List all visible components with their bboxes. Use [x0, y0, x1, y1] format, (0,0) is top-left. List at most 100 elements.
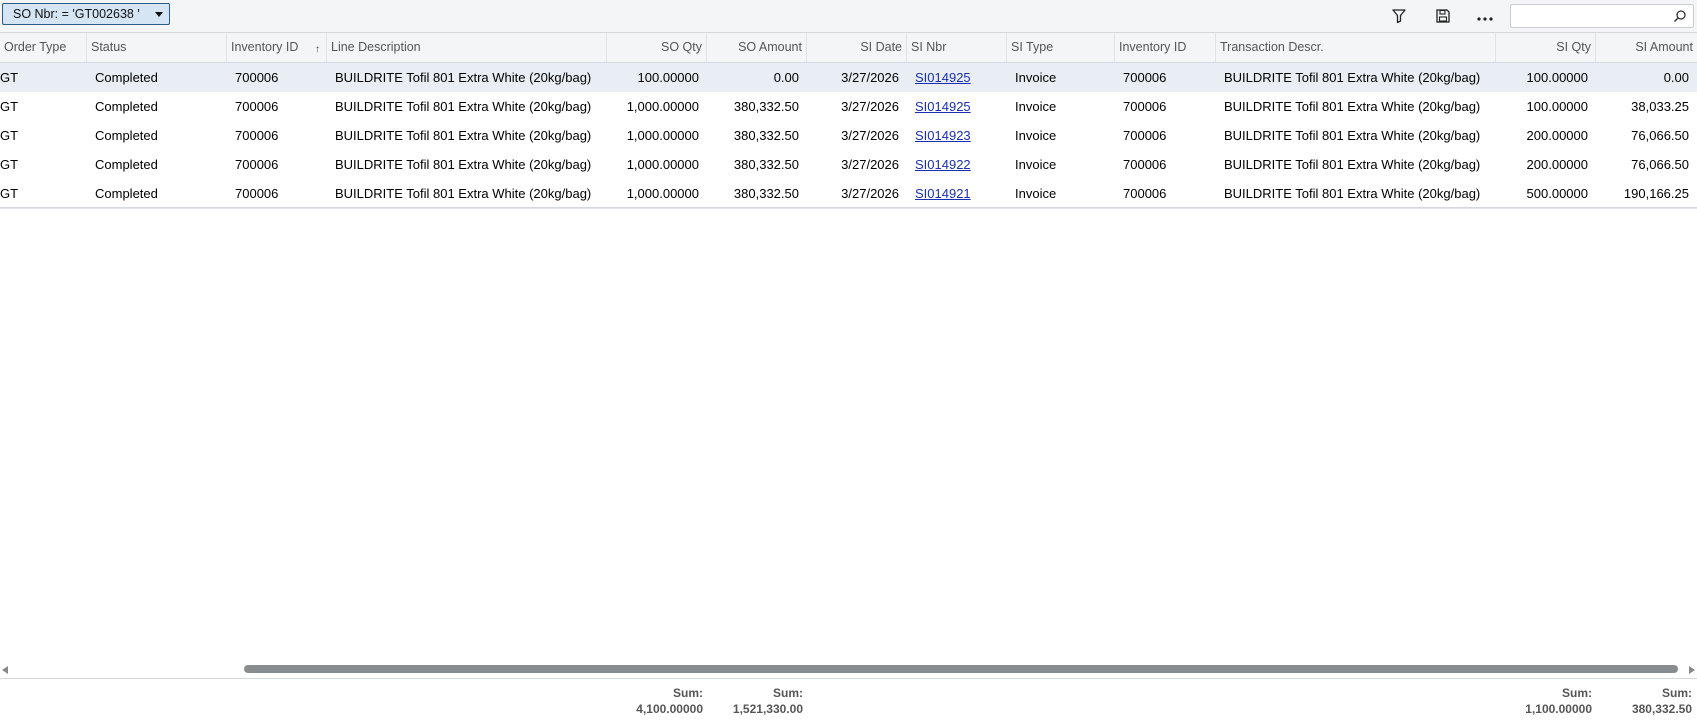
cell-si-amount: 38,033.25 — [1631, 99, 1689, 114]
sort-ascending-icon: ↑ — [315, 44, 320, 55]
table-row[interactable]: GT Completed 700006 BUILDRITE Tofil 801 Ext… — [0, 92, 1697, 122]
grid-footer: Sum: 4,100.00000 Sum: 1,521,330.00 Sum: … — [0, 678, 1697, 724]
col-header-inventory-id-label: Inventory ID — [231, 40, 299, 54]
sum-value: 1,521,330.00 — [732, 702, 803, 716]
si-nbr-link[interactable]: SI014925 — [915, 70, 971, 85]
cell-si-inventory-id: 700006 — [1123, 70, 1167, 85]
cell-si-date: 3/27/2026 — [841, 70, 899, 85]
col-header-si-qty[interactable]: SI Qty — [1496, 33, 1596, 62]
cell-line-description: BUILDRITE Tofil 801 Extra White (20kg/ba… — [335, 157, 592, 172]
sum-label: Sum: — [1562, 686, 1592, 700]
sum-label: Sum: — [773, 686, 803, 700]
cell-so-amount: 380,332.50 — [733, 157, 799, 172]
table-row[interactable]: GT Completed 700006 BUILDRITE Tofil 801 Ext… — [0, 179, 1697, 209]
cell-transaction-descr: BUILDRITE Tofil 801 Extra White (20kg/ba… — [1224, 99, 1481, 114]
sum-label: Sum: — [673, 686, 703, 700]
cell-si-type: Invoice — [1015, 157, 1057, 172]
col-header-si-amount[interactable]: SI Amount — [1596, 33, 1697, 62]
cell-line-description: BUILDRITE Tofil 801 Extra White (20kg/ba… — [335, 128, 592, 143]
si-nbr-link[interactable]: SI014922 — [915, 157, 971, 172]
filter-chip[interactable]: SO Nbr: = 'GT002638 ' — [2, 3, 170, 25]
cell-transaction-descr: BUILDRITE Tofil 801 Extra White (20kg/ba… — [1224, 186, 1481, 201]
cell-so-qty: 1,000.00000 — [626, 186, 699, 201]
cell-si-amount: 76,066.50 — [1631, 128, 1689, 143]
cell-inventory-id: 700006 — [235, 128, 279, 143]
cell-si-date: 3/27/2026 — [841, 99, 899, 114]
cell-transaction-descr: BUILDRITE Tofil 801 Extra White (20kg/ba… — [1224, 128, 1481, 143]
cell-si-amount: 76,066.50 — [1631, 157, 1689, 172]
cell-order-type: GT — [0, 157, 19, 172]
more-icon[interactable] — [1474, 5, 1496, 27]
cell-status: Completed — [95, 99, 158, 114]
cell-so-amount: 380,332.50 — [733, 128, 799, 143]
col-header-so-amount[interactable]: SO Amount — [707, 33, 807, 62]
cell-line-description: BUILDRITE Tofil 801 Extra White (20kg/ba… — [335, 186, 592, 201]
cell-si-qty: 100.00000 — [1526, 70, 1588, 85]
col-header-status[interactable]: Status — [87, 33, 227, 62]
cell-si-date: 3/27/2026 — [841, 128, 899, 143]
cell-transaction-descr: BUILDRITE Tofil 801 Extra White (20kg/ba… — [1224, 157, 1481, 172]
cell-order-type: GT — [0, 186, 19, 201]
sum-value: 1,100.00000 — [1525, 702, 1592, 716]
si-nbr-link[interactable]: SI014921 — [915, 186, 971, 201]
chevron-down-icon[interactable] — [155, 12, 163, 17]
cell-si-qty: 200.00000 — [1526, 128, 1588, 143]
cell-inventory-id: 700006 — [235, 186, 279, 201]
cell-inventory-id: 700006 — [235, 157, 279, 172]
cell-inventory-id: 700006 — [235, 99, 279, 114]
cell-si-nbr: SI014921 — [907, 179, 1007, 208]
cell-order-type: GT — [0, 70, 19, 85]
scroll-left-icon[interactable] — [2, 666, 8, 674]
cell-so-qty: 1,000.00000 — [626, 128, 699, 143]
cell-so-amount: 380,332.50 — [733, 99, 799, 114]
cell-si-amount: 190,166.25 — [1623, 186, 1689, 201]
save-icon[interactable] — [1432, 5, 1454, 27]
col-header-si-nbr[interactable]: SI Nbr — [907, 33, 1007, 62]
cell-line-description: BUILDRITE Tofil 801 Extra White (20kg/ba… — [335, 99, 592, 114]
cell-si-type: Invoice — [1015, 186, 1057, 201]
cell-si-type: Invoice — [1015, 128, 1057, 143]
si-nbr-link[interactable]: SI014925 — [915, 99, 971, 114]
table-row[interactable]: GT Completed 700006 BUILDRITE Tofil 801 Ext… — [0, 63, 1697, 93]
search-box[interactable] — [1510, 4, 1694, 28]
col-header-inventory-id[interactable]: Inventory ID ↑ — [227, 33, 327, 62]
cell-so-qty: 1,000.00000 — [626, 157, 699, 172]
scroll-right-icon[interactable] — [1689, 666, 1695, 674]
col-header-line-description[interactable]: Line Description — [327, 33, 607, 62]
toolbar: SO Nbr: = 'GT002638 ' — [0, 0, 1697, 33]
sum-value: 380,332.50 — [1631, 702, 1692, 716]
scrollbar-thumb[interactable] — [244, 665, 1678, 673]
table-row[interactable]: GT Completed 700006 BUILDRITE Tofil 801 Ext… — [0, 121, 1697, 151]
col-header-order-type[interactable]: Order Type — [0, 33, 87, 62]
col-header-si-date[interactable]: SI Date — [807, 33, 907, 62]
cell-so-amount: 380,332.50 — [733, 186, 799, 201]
cell-si-amount: 0.00 — [1663, 70, 1689, 85]
filter-icon[interactable] — [1388, 5, 1410, 27]
col-header-so-qty[interactable]: SO Qty — [607, 33, 707, 62]
search-input[interactable] — [1515, 7, 1669, 27]
cell-si-inventory-id: 700006 — [1123, 128, 1167, 143]
cell-si-inventory-id: 700006 — [1123, 157, 1167, 172]
search-icon[interactable] — [1673, 9, 1689, 25]
sum-si-qty: Sum: 1,100.00000 — [1496, 685, 1592, 717]
si-nbr-link[interactable]: SI014923 — [915, 128, 971, 143]
cell-si-qty: 200.00000 — [1526, 157, 1588, 172]
grid-divider — [0, 207, 1697, 208]
col-header-transaction-descr[interactable]: Transaction Descr. — [1216, 33, 1496, 62]
cell-status: Completed — [95, 128, 158, 143]
cell-si-nbr: SI014922 — [907, 150, 1007, 179]
cell-so-amount: 0.00 — [773, 70, 799, 85]
col-header-si-inventory-id[interactable]: Inventory ID — [1115, 33, 1216, 62]
cell-status: Completed — [95, 186, 158, 201]
horizontal-scrollbar[interactable] — [0, 663, 1697, 677]
cell-inventory-id: 700006 — [235, 70, 279, 85]
cell-si-qty: 500.00000 — [1526, 186, 1588, 201]
sum-so-qty: Sum: 4,100.00000 — [607, 685, 703, 717]
cell-si-inventory-id: 700006 — [1123, 186, 1167, 201]
table-row[interactable]: GT Completed 700006 BUILDRITE Tofil 801 Ext… — [0, 150, 1697, 180]
cell-line-description: BUILDRITE Tofil 801 Extra White (20kg/ba… — [335, 70, 592, 85]
cell-order-type: GT — [0, 128, 19, 143]
cell-si-nbr: SI014925 — [907, 63, 1007, 92]
cell-order-type: GT — [0, 99, 19, 114]
col-header-si-type[interactable]: SI Type — [1007, 33, 1115, 62]
